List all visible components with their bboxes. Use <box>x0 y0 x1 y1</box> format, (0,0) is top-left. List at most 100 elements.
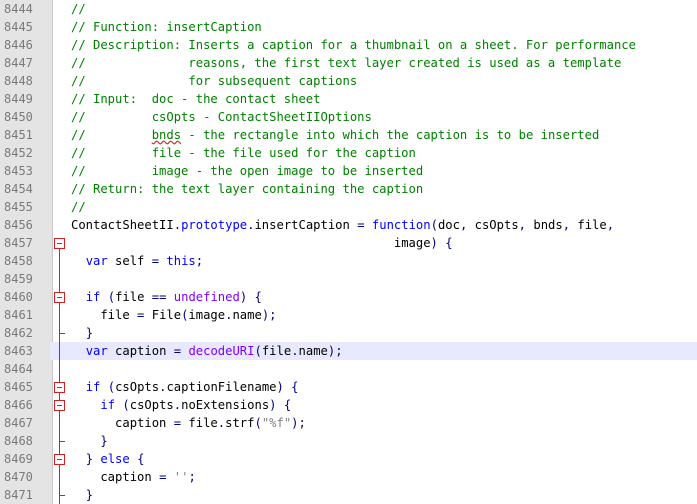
code-text: // Function: insertCaption <box>71 18 262 36</box>
code-text: // <box>71 198 86 216</box>
code-line[interactable]: 8459 <box>0 270 697 288</box>
line-number: 8467 <box>4 416 33 430</box>
code-line[interactable]: 8447 // reasons, the first text layer cre… <box>0 54 697 72</box>
code-line[interactable]: 8455 // <box>0 198 697 216</box>
code-line[interactable]: 8444 // <box>0 0 697 18</box>
code-line[interactable]: 8460 if (file == undefined) { <box>0 288 697 306</box>
code-text: file = File(image.name); <box>71 306 276 324</box>
minus-box-icon[interactable] <box>54 238 65 249</box>
code-token: , <box>518 218 527 232</box>
minus-box-icon[interactable] <box>54 454 65 465</box>
code-token: if <box>85 290 101 304</box>
code-line[interactable]: 8449 // Input: doc - the contact sheet <box>0 90 697 108</box>
code-text: } else { <box>71 450 145 468</box>
code-line[interactable]: 8467 caption = file.strf("%f"); <box>0 414 697 432</box>
code-text: if (csOpts.captionFilename) { <box>71 378 299 396</box>
code-line[interactable]: 8454 // Return: the text layer containing… <box>0 180 697 198</box>
code-line[interactable]: 8453 // image - the open image to be inse… <box>0 162 697 180</box>
code-token: { <box>283 380 299 394</box>
code-token: image <box>188 308 226 322</box>
minus-box-icon[interactable] <box>54 400 65 411</box>
code-token: = <box>173 344 182 358</box>
code-line[interactable]: 8463 var caption = decodeURI(file.name); <box>0 342 697 360</box>
code-token: { <box>247 290 262 304</box>
fold-line <box>53 432 67 450</box>
code-line[interactable]: 8471 } <box>0 486 697 504</box>
comment-token: // <box>71 2 86 16</box>
fold-collapse-icon[interactable] <box>53 288 67 306</box>
code-token: decodeURI <box>188 344 255 358</box>
code-token: } <box>85 452 94 466</box>
code-token: image <box>393 236 431 250</box>
code-token: csOpts <box>129 398 174 412</box>
code-text: // bnds - the rectangle into which the c… <box>71 126 599 144</box>
code-text: ContactSheetII.prototype.insertCaption =… <box>71 216 614 234</box>
comment-token: // Description: Inserts a caption for a … <box>71 38 636 52</box>
line-number: 8470 <box>4 470 33 484</box>
code-token: csOpts <box>115 380 160 394</box>
line-number: 8471 <box>4 488 33 502</box>
code-line[interactable]: 8458 var self = this; <box>0 252 697 270</box>
code-line[interactable]: 8466 if (csOpts.noExtensions) { <box>0 396 697 414</box>
code-token: captionFilename <box>166 380 277 394</box>
code-token: . <box>291 344 299 358</box>
code-line[interactable]: 8452 // file - the file used for the capt… <box>0 144 697 162</box>
code-token: = <box>151 254 160 268</box>
line-number: 8446 <box>4 38 33 52</box>
line-number: 8448 <box>4 74 33 88</box>
line-number: 8460 <box>4 290 33 304</box>
code-token: . <box>173 218 182 232</box>
code-line[interactable]: 8468 } <box>0 432 697 450</box>
line-number: 8465 <box>4 380 33 394</box>
code-area[interactable]: 8444 // 8445 // Function: insertCaption 8446… <box>0 0 697 504</box>
code-token: caption <box>71 470 160 484</box>
code-text: } <box>71 432 107 450</box>
comment-token: // <box>71 128 152 142</box>
fold-line <box>53 360 67 378</box>
code-line[interactable]: 8462 } <box>0 324 697 342</box>
line-number: 8455 <box>4 200 33 214</box>
fold-line <box>53 270 67 288</box>
code-line[interactable]: 8469 } else { <box>0 450 697 468</box>
code-line[interactable]: 8461 file = File(image.name); <box>0 306 697 324</box>
comment-token: // Input: doc - the contact sheet <box>71 92 321 106</box>
code-line[interactable]: 8451 // bnds - the rectangle into which t… <box>0 126 697 144</box>
code-text: // csOpts - ContactSheetIIOptions <box>71 108 372 126</box>
code-token: file <box>71 308 138 322</box>
comment-token: // reasons, the first text layer created… <box>71 56 622 70</box>
fold-collapse-icon[interactable] <box>53 450 67 468</box>
code-line[interactable]: 8456 ContactSheetII.prototype.insertCapti… <box>0 216 697 234</box>
fold-collapse-icon[interactable] <box>53 378 67 396</box>
code-token: ) <box>269 398 277 412</box>
minus-box-icon[interactable] <box>54 382 65 393</box>
code-editor[interactable]: 8444 // 8445 // Function: insertCaption 8446… <box>0 0 697 504</box>
code-line[interactable]: 8465 if (csOpts.captionFilename) { <box>0 378 697 396</box>
fold-collapse-icon[interactable] <box>53 234 67 252</box>
code-token: , <box>562 218 571 232</box>
code-line[interactable]: 8445 // Function: insertCaption <box>0 18 697 36</box>
code-token: var <box>85 254 108 268</box>
code-line[interactable]: 8450 // csOpts - ContactSheetIIOptions <box>0 108 697 126</box>
code-line[interactable]: 8446 // Description: Inserts a caption fo… <box>0 36 697 54</box>
code-token: else <box>100 452 130 466</box>
code-line[interactable]: 8470 caption = ''; <box>0 468 697 486</box>
code-token: this <box>166 254 196 268</box>
line-number: 8457 <box>4 236 33 250</box>
code-token: caption <box>71 416 174 430</box>
code-token: } <box>85 488 94 502</box>
code-line[interactable]: 8464 <box>0 360 697 378</box>
code-line[interactable]: 8457 image) { <box>0 234 697 252</box>
code-token: { <box>276 398 292 412</box>
fold-collapse-icon[interactable] <box>53 396 67 414</box>
code-line[interactable]: 8448 // for subsequent captions <box>0 72 697 90</box>
comment-token: // Function: insertCaption <box>71 20 262 34</box>
code-token: "%f" <box>261 416 292 430</box>
line-number: 8459 <box>4 272 33 286</box>
line-number: 8450 <box>4 110 33 124</box>
code-text: // Return: the text layer containing the… <box>71 180 423 198</box>
code-text: caption = ''; <box>71 468 195 486</box>
minus-box-icon[interactable] <box>54 292 65 303</box>
